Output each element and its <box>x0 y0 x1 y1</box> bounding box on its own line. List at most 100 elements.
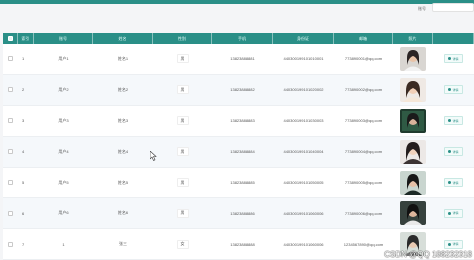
detail-icon <box>448 150 452 154</box>
cell-email: 773890004@qq.com <box>344 149 383 155</box>
cell-gender: 男 <box>153 106 212 136</box>
cell-index: 4 <box>22 149 25 155</box>
cell-idcard: 440300199101010001 <box>283 56 324 62</box>
watermark: CSDN @QQ 188232318 <box>384 250 472 259</box>
cell-idcard: 440300199101060006 <box>283 210 324 216</box>
cell-name: 张三 <box>119 241 127 247</box>
cell-idcard: 440300199101060006 <box>283 241 324 247</box>
detail-button[interactable]: 详情 <box>444 85 463 95</box>
cell-email: 773890005@qq.com <box>344 180 383 185</box>
cell-actions: 详情 <box>433 137 474 167</box>
cell-index: 6 <box>22 210 25 216</box>
table-row: 6 用户6 姓名6 男 13823888886 440300199101060006 773… <box>3 198 474 230</box>
cell-gender: 男 <box>153 198 212 228</box>
cell-email: 773890001@qq.com <box>344 56 383 62</box>
cell-actions: 详情 <box>433 75 474 105</box>
row-checkbox[interactable] <box>8 210 13 216</box>
cell-photo <box>393 106 433 136</box>
row-checkbox[interactable] <box>8 56 13 62</box>
cell-idcard: 440300199101030003 <box>283 118 324 124</box>
cell-account: 1 <box>62 241 65 247</box>
cell-actions: 详情 <box>433 198 474 228</box>
user-photo <box>400 139 426 164</box>
header-gender: 性别 <box>153 33 212 44</box>
header-account: 账号 <box>34 33 93 44</box>
cell-account: 用户2 <box>58 86 69 92</box>
cell-phone: 13823888886 <box>230 210 255 216</box>
cell-name: 姓名6 <box>117 210 129 216</box>
detail-button[interactable]: 详情 <box>444 178 463 187</box>
row-checkbox[interactable] <box>8 180 13 185</box>
cell-select[interactable] <box>3 44 18 74</box>
top-accent-bar <box>0 0 474 4</box>
detail-icon <box>448 88 452 92</box>
cell-phone: 13823888888 <box>230 241 255 247</box>
cell-name: 姓名3 <box>117 117 129 123</box>
header-idcard: 身份证 <box>273 33 334 44</box>
table-body: 1 用户1 姓名1 男 13823888881 440300199101010001 773… <box>3 44 474 260</box>
detail-icon <box>448 211 452 215</box>
cell-index: 1 <box>22 56 25 62</box>
row-checkbox[interactable] <box>8 118 13 124</box>
detail-button[interactable]: 详情 <box>444 239 463 249</box>
table-row: 3 用户3 姓名3 男 13823888883 440300199101030003 773… <box>3 106 474 137</box>
header-phone: 手机 <box>212 33 273 44</box>
detail-icon <box>448 119 452 123</box>
detail-button-label: 详情 <box>452 149 459 154</box>
detail-button[interactable]: 详情 <box>444 116 463 126</box>
detail-button-label: 详情 <box>452 56 459 61</box>
cell-select[interactable] <box>3 75 18 105</box>
gender-tag: 男 <box>176 54 189 64</box>
cell-name: 姓名5 <box>117 179 129 185</box>
cell-photo <box>393 168 433 198</box>
search-label: 账号 <box>418 6 426 11</box>
cell-name: 姓名1 <box>117 55 129 61</box>
detail-button-label: 详情 <box>452 118 459 123</box>
cell-actions: 详情 <box>433 168 474 198</box>
cell-name: 姓名4 <box>117 148 129 154</box>
detail-icon <box>448 242 452 246</box>
table-row: 5 用户5 姓名5 男 13823888885 440300199101050005 773… <box>3 168 474 199</box>
search-input[interactable] <box>432 3 474 12</box>
row-checkbox[interactable] <box>8 87 13 93</box>
cell-account: 用户5 <box>58 179 69 185</box>
cell-gender: 男 <box>153 137 212 167</box>
row-checkbox[interactable] <box>8 149 13 155</box>
header-email: 邮箱 <box>334 33 393 44</box>
row-checkbox[interactable] <box>8 241 13 247</box>
cell-index: 5 <box>22 180 25 185</box>
table-header: 索引 账号 姓名 性别 手机 身份证 邮箱 照片 <box>3 33 474 44</box>
cell-account: 用户1 <box>58 55 69 61</box>
header-select[interactable] <box>3 33 18 44</box>
cell-gender: 男 <box>153 44 212 74</box>
cell-select[interactable] <box>3 137 18 167</box>
detail-button[interactable]: 详情 <box>444 147 463 157</box>
cell-name: 姓名2 <box>117 86 129 92</box>
cell-photo <box>393 137 433 167</box>
header-actions <box>433 33 474 44</box>
detail-button[interactable]: 详情 <box>444 54 463 64</box>
detail-button-label: 详情 <box>452 180 459 185</box>
cell-phone: 13823888885 <box>230 180 255 185</box>
cell-email: 773890006@qq.com <box>344 210 383 216</box>
cell-idcard: 440300199101050005 <box>283 180 324 185</box>
cell-gender: 女 <box>153 229 212 259</box>
cell-select[interactable] <box>3 106 18 136</box>
cell-photo <box>393 198 433 228</box>
cell-index: 2 <box>22 87 25 93</box>
detail-button-label: 详情 <box>452 87 459 92</box>
select-all-checkbox[interactable] <box>7 36 13 41</box>
table-row: 1 用户1 姓名1 男 13823888881 440300199101010001 773… <box>3 44 474 75</box>
cell-select[interactable] <box>3 229 18 259</box>
cell-select[interactable] <box>3 198 18 228</box>
cell-phone: 13823888884 <box>230 149 255 155</box>
user-photo <box>400 108 426 133</box>
cell-phone: 13823888883 <box>230 118 255 124</box>
cell-actions: 详情 <box>433 106 474 136</box>
detail-button[interactable]: 详情 <box>444 208 463 218</box>
cell-select[interactable] <box>3 168 18 198</box>
gender-tag: 男 <box>176 116 189 126</box>
cell-actions: 详情 <box>433 44 474 74</box>
detail-button-label: 详情 <box>452 242 459 247</box>
cell-idcard: 440300199101020002 <box>283 87 324 93</box>
